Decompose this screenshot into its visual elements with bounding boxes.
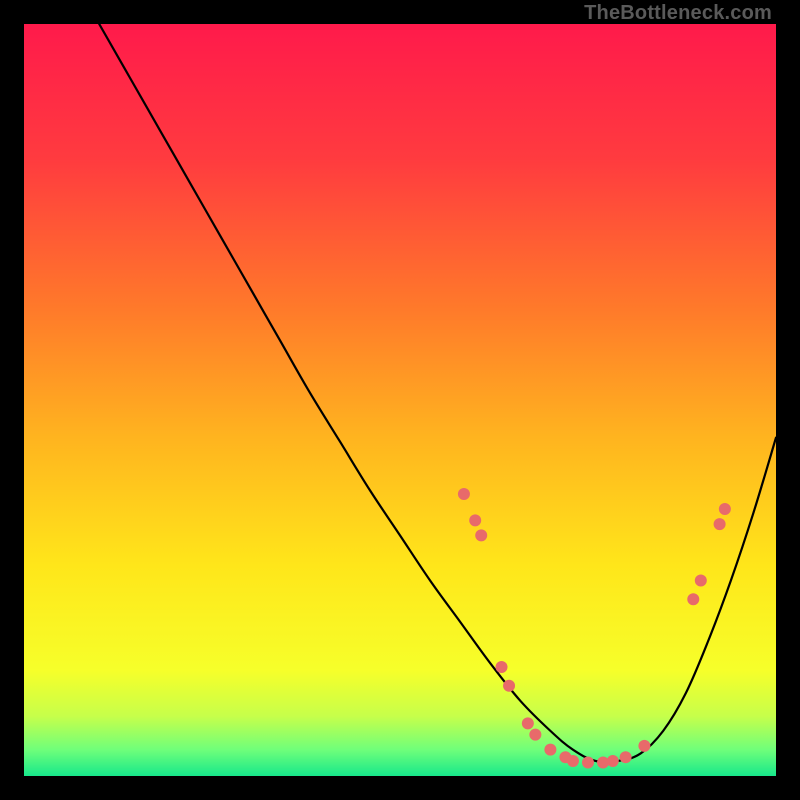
data-marker [458,488,470,500]
data-marker [475,529,487,541]
data-marker [567,755,579,767]
data-marker [620,751,632,763]
data-marker [544,744,556,756]
data-marker [529,729,541,741]
data-marker [607,755,619,767]
data-marker [469,514,481,526]
bottleneck-chart [24,24,776,776]
data-marker [714,518,726,530]
data-marker [582,756,594,768]
data-marker [687,593,699,605]
data-marker [719,503,731,515]
data-marker [496,661,508,673]
chart-frame [24,24,776,776]
watermark-text: TheBottleneck.com [584,2,772,25]
data-marker [695,574,707,586]
data-marker [522,717,534,729]
chart-background [24,24,776,776]
data-marker [638,740,650,752]
data-marker [503,680,515,692]
